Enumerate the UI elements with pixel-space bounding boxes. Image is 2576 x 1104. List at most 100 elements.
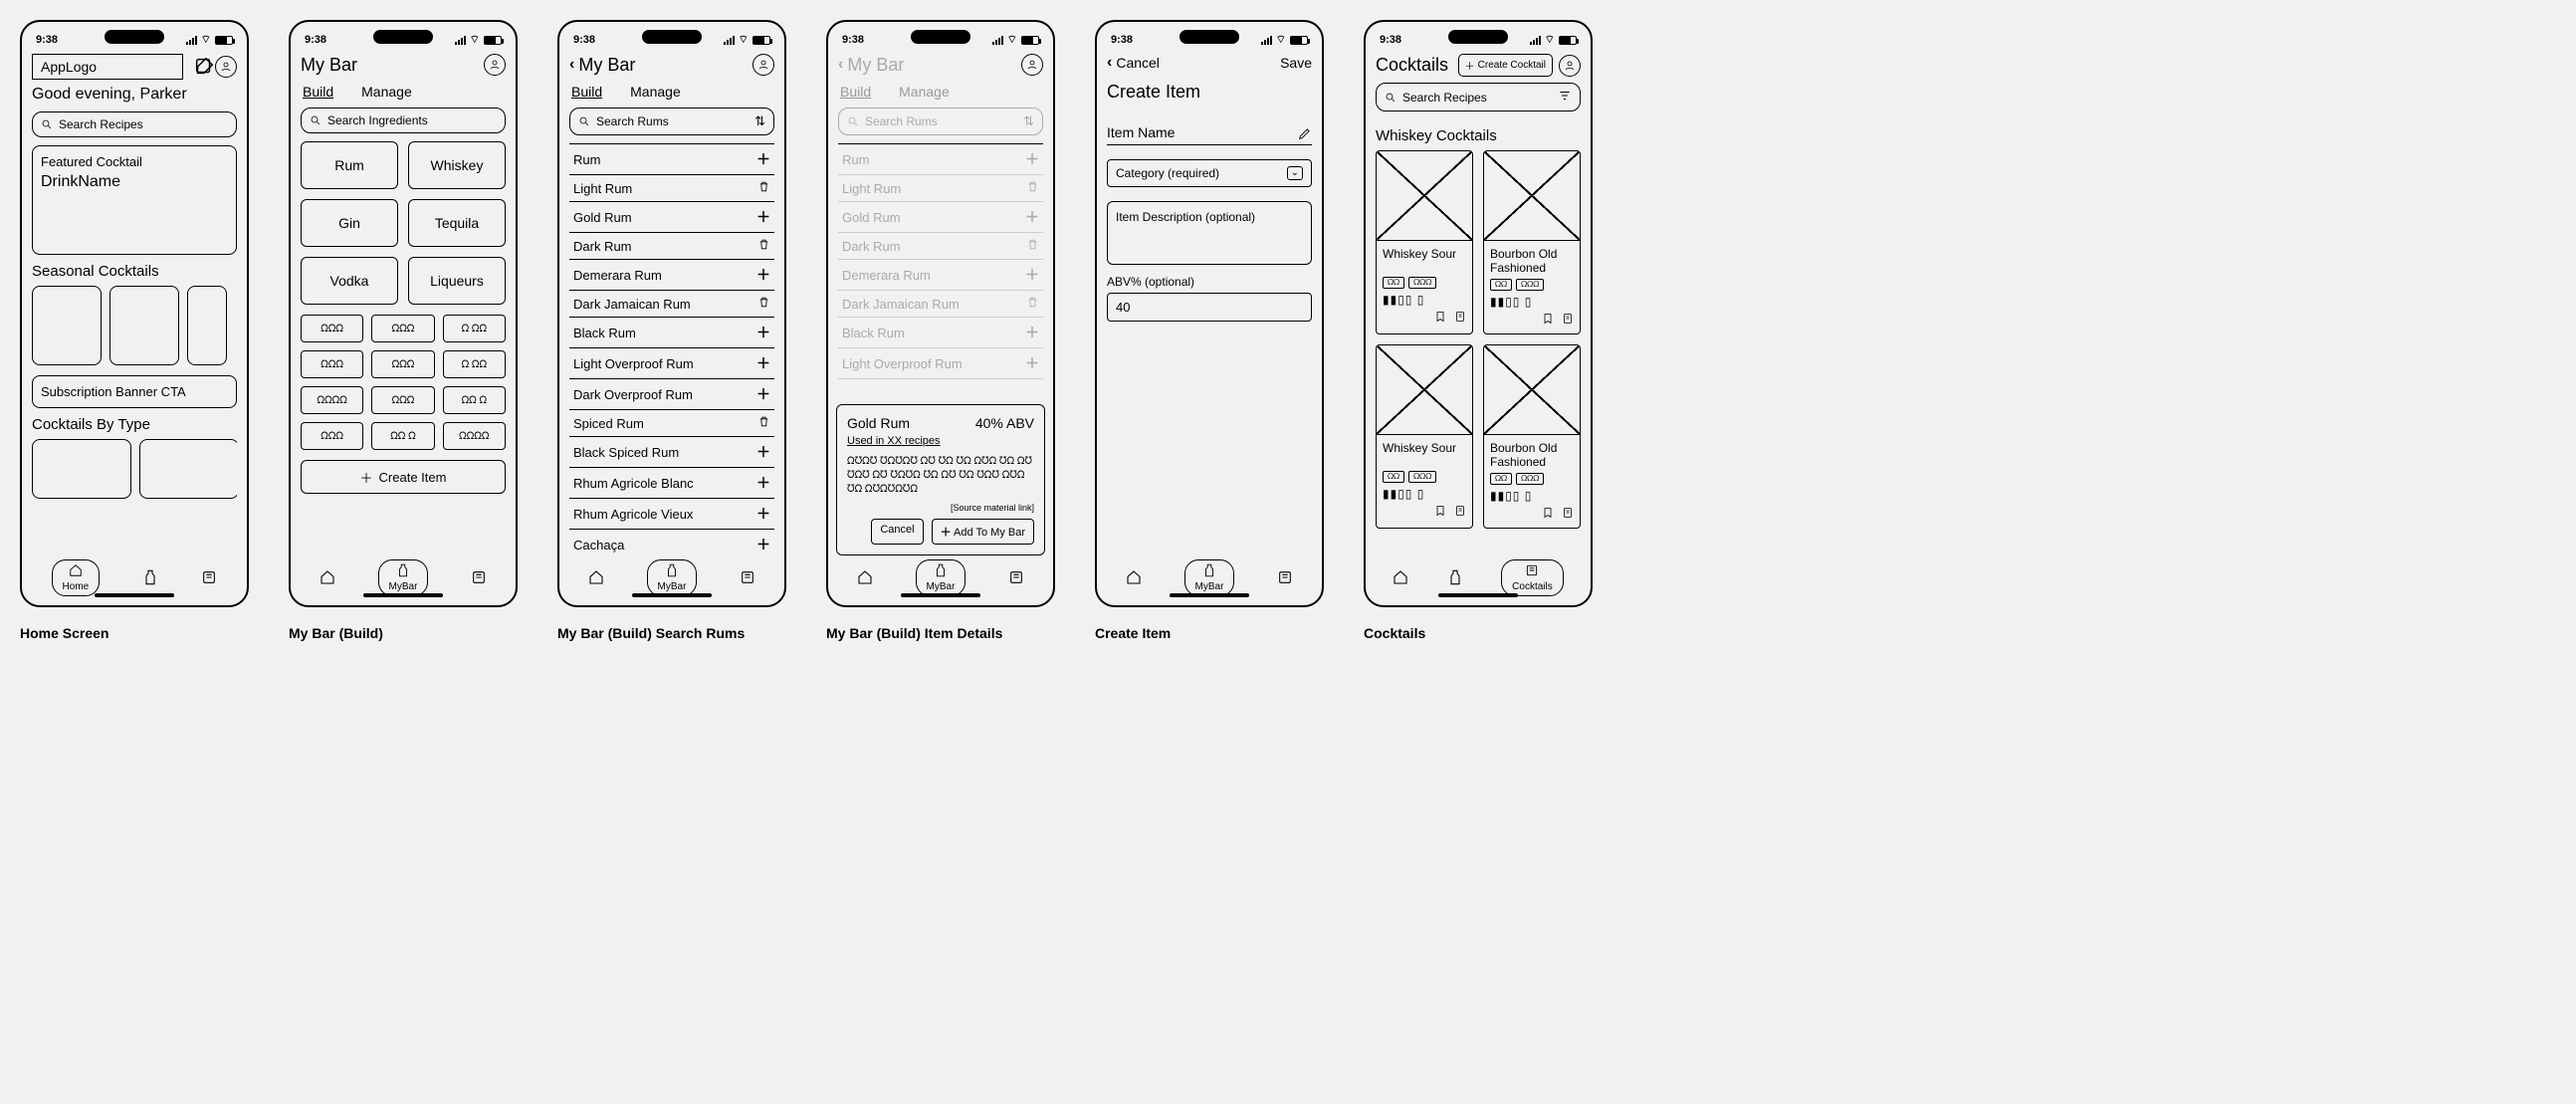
save-link[interactable]: Save <box>1280 55 1312 71</box>
add-icon[interactable]: ＋ <box>756 207 770 227</box>
type-tile[interactable] <box>139 439 237 499</box>
back-icon[interactable]: ‹ <box>838 56 843 74</box>
trash-icon[interactable] <box>757 415 770 431</box>
category-liqueurs[interactable]: Liqueurs <box>408 257 506 305</box>
tab-cocktails[interactable] <box>471 569 487 585</box>
bookmark-icon[interactable] <box>1434 311 1446 326</box>
featured-cocktail-card[interactable]: Featured Cocktail DrinkName <box>32 145 237 255</box>
tab-build[interactable]: Build <box>571 84 602 100</box>
ingredient-chip[interactable]: ᘯᘯ ᘯ <box>371 422 434 450</box>
recipe-card[interactable]: Bourbon Old Fashionedᘯᘯᘯᘯᘯ▮▮▯▯ ▯ <box>1483 344 1581 529</box>
tab-manage[interactable]: Manage <box>630 84 681 100</box>
note-icon[interactable] <box>1454 505 1466 520</box>
bookmark-icon[interactable] <box>1542 313 1554 328</box>
add-icon[interactable]: ＋ <box>756 265 770 285</box>
category-select[interactable]: Category (required) ⌄ <box>1107 159 1312 187</box>
ingredient-chip[interactable]: ᘯᘯᘯᘯ <box>301 386 363 414</box>
description-textarea[interactable]: Item Description (optional) <box>1107 201 1312 265</box>
rum-row[interactable]: Cachaça＋ <box>569 530 774 555</box>
tab-mybar[interactable]: MyBar <box>647 559 698 596</box>
used-in-link[interactable]: Used in XX recipes <box>847 435 941 447</box>
cancel-button[interactable]: Cancel <box>871 519 923 545</box>
rum-row[interactable]: Demerara Rum＋ <box>569 260 774 291</box>
profile-avatar-icon[interactable] <box>484 54 506 76</box>
profile-avatar-icon[interactable] <box>752 54 774 76</box>
rum-row[interactable]: Rhum Agricole Blanc＋ <box>569 468 774 499</box>
profile-avatar-icon[interactable] <box>1559 55 1581 77</box>
search-recipes-input[interactable]: Search Recipes <box>1376 83 1581 111</box>
bookmark-icon[interactable] <box>1434 505 1446 520</box>
recipe-card[interactable]: Bourbon Old Fashionedᘯᘯᘯᘯᘯ▮▮▯▯ ▯ <box>1483 150 1581 334</box>
seasonal-tile[interactable] <box>109 286 179 365</box>
add-icon[interactable]: ＋ <box>756 535 770 554</box>
source-link[interactable]: [Source material link] <box>847 503 1034 513</box>
note-icon[interactable] <box>1454 311 1466 326</box>
category-whiskey[interactable]: Whiskey <box>408 141 506 189</box>
add-icon[interactable]: ＋ <box>756 504 770 524</box>
ingredient-chip[interactable]: ᘯ ᘯᘯ <box>443 350 506 378</box>
tab-home[interactable] <box>588 569 604 585</box>
rum-row[interactable]: Gold Rum＋ <box>569 202 774 233</box>
ingredient-chip[interactable]: ᘯᘯᘯᘯ <box>443 422 506 450</box>
trash-icon[interactable] <box>757 296 770 312</box>
search-recipes-input[interactable]: Search Recipes <box>32 111 237 137</box>
tab-home[interactable] <box>1393 569 1408 585</box>
tab-cocktails[interactable] <box>201 569 217 585</box>
add-icon[interactable]: ＋ <box>756 442 770 462</box>
rum-row[interactable]: Light Rum <box>569 175 774 202</box>
category-gin[interactable]: Gin <box>301 199 398 247</box>
rum-row[interactable]: Dark Jamaican Rum <box>569 291 774 318</box>
tab-cocktails[interactable] <box>1277 569 1293 585</box>
subscription-banner[interactable]: Subscription Banner CTA <box>32 375 237 408</box>
ingredient-chip[interactable]: ᘯᘯᘯ <box>301 350 363 378</box>
rum-row[interactable]: Dark Rum <box>569 233 774 260</box>
tab-cocktails[interactable] <box>740 569 755 585</box>
bookmark-icon[interactable] <box>1542 507 1554 522</box>
rum-row[interactable]: Light Overproof Rum＋ <box>569 348 774 379</box>
tab-manage[interactable]: Manage <box>361 84 412 100</box>
tab-cocktails[interactable]: Cocktails <box>1501 559 1564 596</box>
trash-icon[interactable] <box>757 238 770 254</box>
add-icon[interactable]: ＋ <box>756 149 770 169</box>
note-icon[interactable] <box>1562 507 1574 522</box>
category-vodka[interactable]: Vodka <box>301 257 398 305</box>
seasonal-tile[interactable] <box>187 286 227 365</box>
tab-home[interactable] <box>1126 569 1142 585</box>
ingredient-chip[interactable]: ᘯ ᘯᘯ <box>443 315 506 342</box>
recipe-card[interactable]: Whiskey Sourᘯᘯᘯᘯᘯ▮▮▯▯ ▯ <box>1376 150 1473 334</box>
back-icon[interactable]: ‹ <box>1107 54 1112 72</box>
seasonal-tile[interactable] <box>32 286 102 365</box>
rum-row[interactable]: Black Spiced Rum＋ <box>569 437 774 468</box>
type-tile[interactable] <box>32 439 131 499</box>
category-tequila[interactable]: Tequila <box>408 199 506 247</box>
rum-row[interactable]: Dark Overproof Rum＋ <box>569 379 774 410</box>
category-rum[interactable]: Rum <box>301 141 398 189</box>
recipe-card[interactable]: Whiskey Sourᘯᘯᘯᘯᘯ▮▮▯▯ ▯ <box>1376 344 1473 529</box>
rum-row[interactable]: Rhum Agricole Vieux＋ <box>569 499 774 530</box>
search-ingredients-input[interactable]: Search Ingredients <box>301 108 506 133</box>
trash-icon[interactable] <box>757 180 770 196</box>
sort-icon[interactable]: ⇅ <box>754 113 765 129</box>
rum-row[interactable]: Rum＋ <box>569 144 774 175</box>
profile-avatar-icon[interactable] <box>1021 54 1043 76</box>
add-icon[interactable]: ＋ <box>756 323 770 342</box>
tab-home[interactable] <box>320 569 335 585</box>
create-item-button[interactable]: ＋Create Item <box>301 460 506 494</box>
cancel-link[interactable]: Cancel <box>1116 55 1160 71</box>
tab-mybar[interactable]: MyBar <box>916 559 966 596</box>
tab-mybar[interactable] <box>1447 569 1463 585</box>
seasonal-carousel[interactable] <box>32 286 237 365</box>
tab-mybar[interactable] <box>142 569 158 585</box>
ingredient-chip[interactable]: ᘯᘯᘯ <box>301 315 363 342</box>
ingredient-chip[interactable]: ᘯᘯᘯ <box>371 350 434 378</box>
ingredient-chip[interactable]: ᘯᘯ ᘯ <box>443 386 506 414</box>
add-icon[interactable]: ＋ <box>756 384 770 404</box>
add-to-my-bar-button[interactable]: ＋ Add To My Bar <box>932 519 1034 545</box>
tab-mybar[interactable]: MyBar <box>378 559 429 596</box>
tab-home[interactable] <box>857 569 873 585</box>
back-icon[interactable]: ‹ <box>569 56 574 74</box>
add-icon[interactable]: ＋ <box>756 353 770 373</box>
note-icon[interactable] <box>1562 313 1574 328</box>
profile-avatar-icon[interactable] <box>215 56 237 78</box>
tab-home[interactable]: Home <box>52 559 101 596</box>
